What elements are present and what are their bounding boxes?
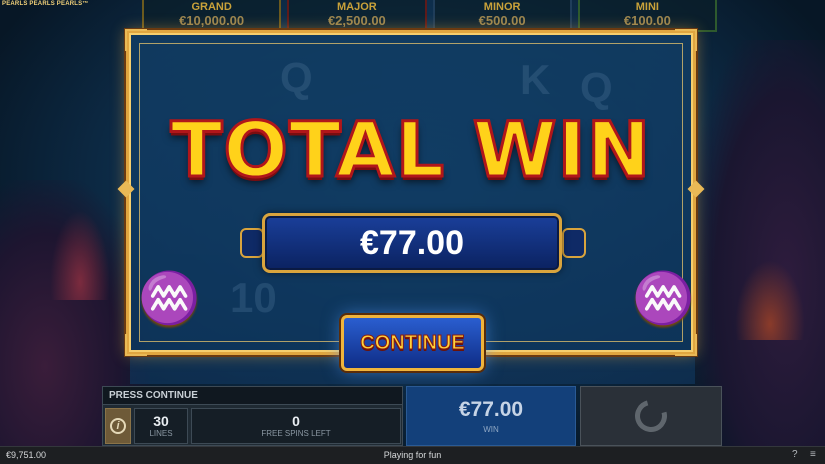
jackpot-value: €100.00	[623, 13, 671, 28]
jackpot-bar: GRAND €10,000.00 MAJOR €2,500.00 MINOR €…	[142, 0, 717, 32]
play-mode-text: Playing for fun	[383, 450, 442, 460]
game-logo: PEARLS PEARLS PEARLS™	[2, 1, 89, 7]
info-button[interactable]: i	[105, 408, 131, 444]
celtic-knot-icon	[562, 228, 586, 258]
lines-label: LINES	[149, 429, 173, 438]
free-spins-display: 0 FREE SPINS LEFT	[191, 408, 401, 444]
continue-button[interactable]: CONTINUE	[341, 315, 484, 371]
wave-icon: ♒	[138, 270, 201, 326]
spin-icon	[629, 394, 673, 438]
frame-corner-ornament	[675, 334, 697, 356]
frame-corner-ornament	[125, 29, 147, 51]
jackpot-name: MINI	[635, 1, 659, 13]
win-display: €77.00 WIN	[406, 386, 576, 446]
jackpot-name: GRAND	[191, 1, 232, 13]
info-icon: i	[110, 418, 126, 434]
frame-corner-ornament	[125, 334, 147, 356]
coral-right-decoration	[735, 260, 805, 340]
total-win-title: TOTAL WIN	[169, 104, 652, 196]
win-label: WIN	[483, 425, 499, 434]
message-text: PRESS CONTINUE	[109, 390, 198, 401]
jackpot-minor: MINOR €500.00	[432, 0, 572, 32]
spin-button[interactable]	[580, 386, 722, 446]
menu-icon[interactable]: ≡	[810, 449, 816, 460]
total-win-frame: TOTAL WIN	[117, 29, 705, 356]
win-value: €77.00	[458, 398, 524, 421]
win-amount: €77.00	[360, 223, 464, 262]
jackpot-name: MINOR	[483, 1, 521, 13]
lines-display: 30 LINES	[134, 408, 188, 444]
coral-left-decoration	[50, 210, 110, 300]
continue-button-label: CONTINUE	[360, 331, 465, 354]
status-bar: €9,751.00 Playing for fun ? ≡	[0, 446, 825, 464]
frame-corner-ornament	[675, 29, 697, 51]
jackpot-value: €2,500.00	[327, 13, 386, 28]
jackpot-name: MAJOR	[337, 1, 377, 13]
free-spins-value: 0	[292, 413, 300, 429]
win-amount-box: €77.00	[262, 213, 562, 273]
jackpot-major: MAJOR €2,500.00	[287, 0, 427, 32]
celtic-knot-icon	[240, 228, 264, 258]
jackpot-mini: MINI €100.00	[577, 0, 717, 32]
wave-icon: ♒	[632, 270, 695, 326]
help-icon[interactable]: ?	[792, 449, 798, 460]
lines-value: 30	[153, 413, 169, 429]
control-panel: PRESS CONTINUE i 30 LINES 0 FREE SPINS L…	[102, 386, 403, 446]
jackpot-value: €10,000.00	[179, 13, 245, 28]
jackpot-value: €500.00	[478, 13, 526, 28]
free-spins-label: FREE SPINS LEFT	[261, 429, 331, 438]
jackpot-grand: GRAND €10,000.00	[142, 0, 282, 32]
message-bar: PRESS CONTINUE	[103, 387, 402, 405]
